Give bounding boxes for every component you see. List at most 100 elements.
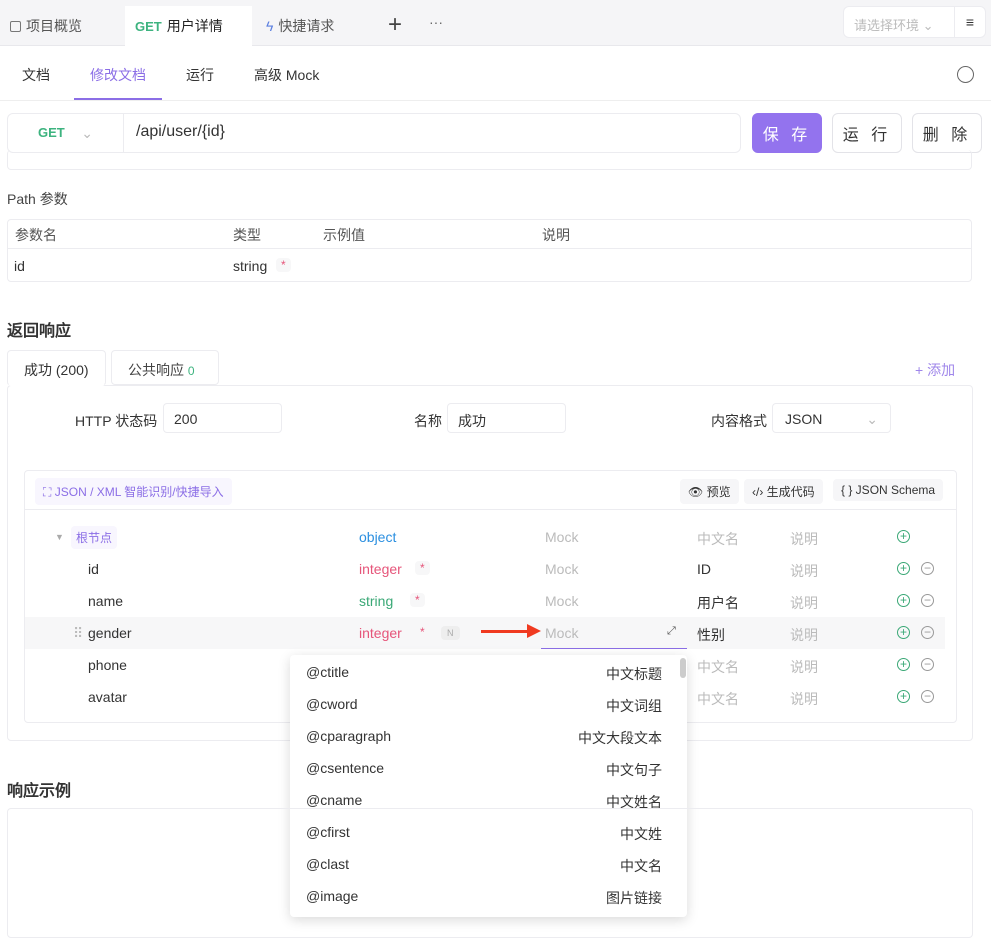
chinese-name-input[interactable]: 中文名	[697, 689, 739, 709]
add-response-button[interactable]: + 添加	[915, 360, 955, 380]
subtab-edit-doc[interactable]: 修改文档	[74, 46, 162, 100]
remove-field-icon[interactable]: −	[921, 626, 934, 639]
path-params-table: 参数名 类型 示例值 说明 id string *	[7, 219, 972, 282]
add-child-icon[interactable]: +	[897, 658, 910, 671]
chinese-name-input[interactable]: 用户名	[697, 593, 739, 613]
add-child-icon[interactable]: +	[897, 626, 910, 639]
delete-button[interactable]: 删 除	[912, 113, 982, 153]
remove-field-icon[interactable]: −	[921, 690, 934, 703]
code-icon: ‹/›	[752, 485, 767, 499]
schema-row: name string * Mock 用户名 说明 +−	[25, 585, 945, 617]
add-tab-button[interactable]: +	[388, 11, 402, 39]
add-child-icon[interactable]: +	[897, 594, 910, 607]
field-name[interactable]: gender	[88, 625, 132, 641]
generate-code-button[interactable]: ‹/› 生成代码	[744, 479, 823, 504]
description-input[interactable]: 说明	[790, 561, 818, 581]
mock-option[interactable]: @ctitle中文标题	[290, 656, 687, 688]
history-edit-icon[interactable]	[957, 66, 974, 83]
description-input[interactable]: 说明	[790, 689, 818, 709]
tab-quick-request[interactable]: ϟ快捷请求	[256, 6, 378, 46]
required-toggle[interactable]: *	[415, 625, 430, 639]
chinese-name-input[interactable]: ID	[697, 561, 711, 577]
caret-down-icon[interactable]: ▼	[55, 532, 64, 542]
mock-input[interactable]: Mock	[545, 593, 578, 609]
json-schema-button[interactable]: { } JSON Schema	[833, 479, 943, 501]
description-input[interactable]: 说明	[790, 657, 818, 677]
description-input[interactable]: 说明	[790, 625, 818, 645]
mock-input[interactable]: Mock	[545, 625, 578, 641]
mock-option[interactable]: @csentence中文句子	[290, 752, 687, 784]
field-type[interactable]: integer	[359, 561, 402, 577]
more-tabs-button[interactable]: ···	[429, 14, 443, 30]
chinese-name-input[interactable]: 中文名	[697, 657, 739, 677]
param-name[interactable]: id	[14, 258, 25, 274]
add-child-icon[interactable]: +	[897, 562, 910, 575]
lightning-icon: ϟ	[266, 18, 273, 34]
tab-user-detail[interactable]: GET用户详情	[125, 6, 252, 46]
schema-row: ⠿ gender integer * N Mock ⤢ 性别 说明 +−	[25, 617, 945, 649]
status-code-input[interactable]: 200	[163, 403, 282, 433]
response-title: 返回响应	[7, 317, 71, 341]
mock-input[interactable]: Mock	[545, 529, 578, 545]
url-input[interactable]: /api/user/{id}	[124, 114, 237, 152]
smart-import-button[interactable]: ⛶ JSON / XML 智能识别/快捷导入	[35, 478, 232, 505]
tab-success-200[interactable]: 成功 (200)	[7, 350, 106, 386]
remove-field-icon[interactable]: −	[921, 562, 934, 575]
field-name[interactable]: id	[88, 561, 99, 577]
subtab-advanced-mock[interactable]: 高级 Mock	[254, 46, 319, 100]
required-toggle[interactable]: *	[410, 593, 425, 607]
expand-icon[interactable]: ⤢	[667, 625, 676, 638]
chinese-name-input[interactable]: 性别	[697, 625, 725, 645]
run-button[interactable]: 运 行	[832, 113, 902, 153]
preview-button[interactable]: 👁 预览	[680, 479, 739, 504]
response-example-box	[7, 808, 973, 938]
field-type[interactable]: integer	[359, 625, 402, 641]
field-name[interactable]: avatar	[88, 689, 127, 705]
description-input[interactable]: 说明	[790, 529, 818, 549]
tab-common-response[interactable]: 公共响应 0	[111, 350, 219, 385]
mock-rule-description: 中文标题	[606, 664, 662, 684]
mock-input[interactable]: Mock	[545, 561, 578, 577]
status-code-label: HTTP 状态码	[75, 411, 157, 431]
schema-row: id integer * Mock ID 说明 +−	[25, 553, 945, 585]
field-name[interactable]: phone	[88, 657, 127, 673]
param-type[interactable]: string	[233, 258, 267, 274]
arrow-head	[527, 624, 541, 638]
field-name[interactable]: 根节点	[71, 526, 117, 549]
mock-rule: @cword	[306, 696, 358, 712]
layout-icon	[10, 21, 21, 32]
nullable-toggle[interactable]: N	[441, 626, 460, 640]
column-header: 示例值	[323, 225, 365, 245]
column-header: 参数名	[15, 225, 57, 245]
chinese-name-input[interactable]: 中文名	[697, 529, 739, 549]
description-input[interactable]: 说明	[790, 593, 818, 613]
remove-field-icon[interactable]: −	[921, 594, 934, 607]
add-child-icon[interactable]: +	[897, 530, 910, 543]
response-name-input[interactable]: 成功	[447, 403, 566, 433]
required-mark[interactable]: *	[276, 258, 291, 272]
subtab-doc[interactable]: 文档	[22, 46, 50, 100]
drag-handle-icon[interactable]: ⠿	[73, 625, 83, 642]
mock-rule: @cparagraph	[306, 728, 391, 744]
field-type[interactable]: object	[359, 529, 396, 545]
required-toggle[interactable]: *	[415, 561, 430, 575]
environment-select[interactable]: 请选择环境 ⌄	[843, 6, 955, 38]
subtab-run[interactable]: 运行	[186, 46, 214, 100]
field-name[interactable]: name	[88, 593, 123, 609]
field-type[interactable]: string	[359, 593, 393, 609]
mock-option[interactable]: @cword中文词组	[290, 688, 687, 720]
add-child-icon[interactable]: +	[897, 690, 910, 703]
scan-icon: ⛶	[43, 485, 55, 499]
save-button[interactable]: 保 存	[752, 113, 822, 153]
url-bar: GET⌄ /api/user/{id}	[7, 113, 741, 153]
mock-option[interactable]: @cparagraph中文大段文本	[290, 720, 687, 752]
chevron-down-icon: ⌄	[866, 411, 878, 425]
eye-icon: 👁	[688, 485, 707, 499]
remove-field-icon[interactable]: −	[921, 658, 934, 671]
tab-project-overview[interactable]: 项目概览	[0, 6, 122, 46]
content-format-select[interactable]: JSON⌄	[772, 403, 891, 433]
red-arrow-annotation	[481, 630, 533, 633]
chevron-down-icon: ⌄	[81, 125, 93, 141]
method-select[interactable]: GET⌄	[8, 114, 124, 152]
menu-icon[interactable]: ≡	[954, 6, 986, 38]
